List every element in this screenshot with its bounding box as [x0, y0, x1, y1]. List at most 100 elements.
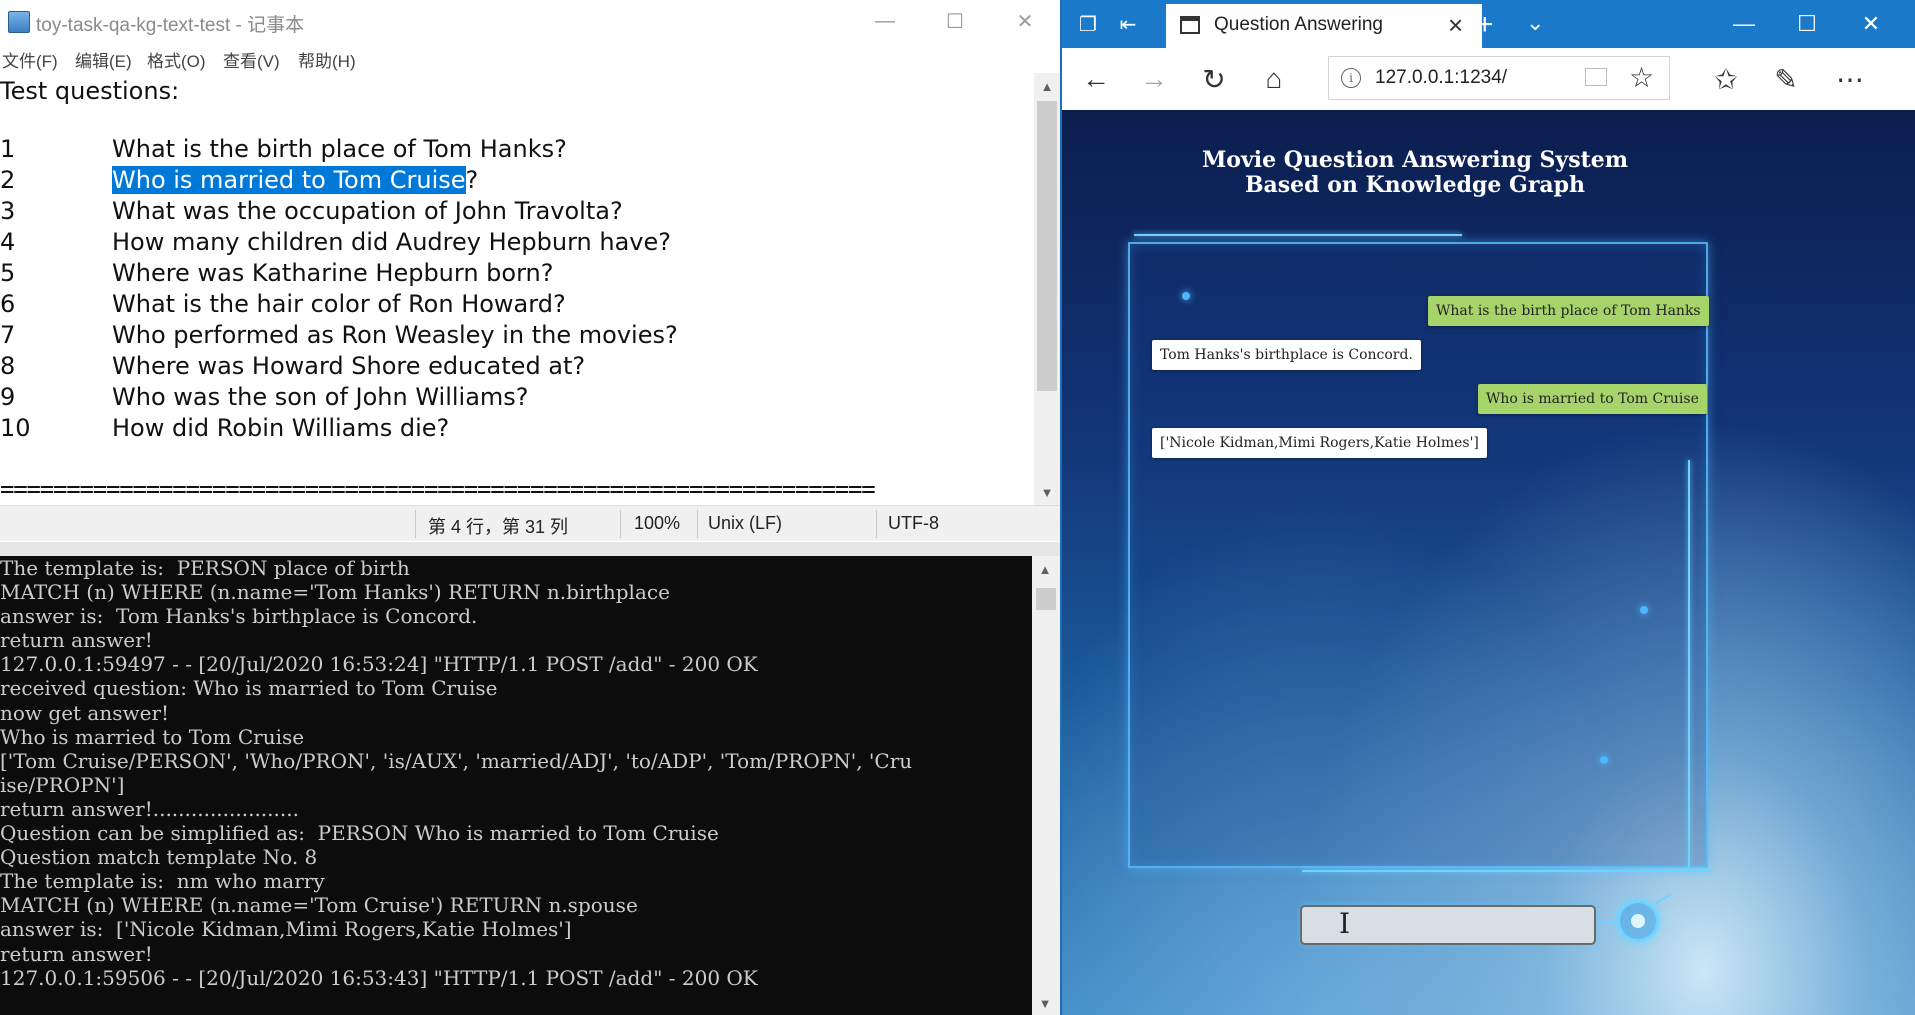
question-text: Where was Katharine Hepburn born?: [112, 259, 554, 287]
scroll-thumb[interactable]: [1036, 588, 1056, 610]
console-line: ['Tom Cruise/PERSON', 'Who/PRON', 'is/AU…: [0, 748, 913, 773]
tab-title: Question Answering: [1214, 14, 1383, 35]
console-line: 127.0.0.1:59506 - - [20/Jul/2020 16:53:4…: [0, 965, 758, 990]
star-icon[interactable]: ☆: [1629, 61, 1654, 94]
web-page: Movie Question Answering System Based on…: [1062, 110, 1915, 1015]
scroll-down-icon[interactable]: ▼: [1034, 481, 1060, 503]
menu-format[interactable]: 格式(O): [147, 47, 206, 72]
more-icon[interactable]: ⋯: [1832, 62, 1868, 96]
chevron-down-icon[interactable]: ⌄: [1526, 10, 1544, 36]
forward-icon[interactable]: →: [1136, 62, 1172, 96]
frame-accent-line: [1688, 460, 1690, 870]
user-message: Who is married to Tom Cruise: [1478, 384, 1707, 414]
status-encoding: UTF-8: [888, 513, 939, 533]
home-icon[interactable]: ⌂: [1256, 62, 1292, 96]
status-divider: [876, 510, 877, 538]
address-bar[interactable]: i 127.0.0.1:1234/ ☆: [1328, 56, 1670, 100]
question-number: 2: [0, 166, 16, 194]
question-text: Where was Howard Shore educated at?: [112, 352, 586, 380]
question-number: 10: [0, 414, 31, 442]
notepad-vertical-scrollbar[interactable]: ▲ ▼: [1034, 73, 1060, 505]
pen-icon[interactable]: ✎: [1768, 62, 1804, 96]
console-line: The template is: nm who marry: [0, 869, 325, 894]
favorites-icon[interactable]: ✩: [1708, 62, 1744, 96]
chat-panel: What is the birth place of Tom Hanks Tom…: [1128, 242, 1709, 868]
decorative-dot: [1182, 292, 1190, 300]
question-text: Who is married to Tom Cruise?: [112, 166, 478, 194]
notepad-close-button[interactable]: ✕: [990, 0, 1060, 42]
send-connector-line: [1654, 893, 1672, 905]
question-number: 8: [0, 352, 16, 380]
bot-message: ['Nicole Kidman,Mimi Rogers,Katie Holmes…: [1152, 428, 1487, 458]
question-line: 1 What is the birth place of Tom Hanks?: [0, 135, 1030, 166]
question-number: 3: [0, 197, 16, 225]
new-tab-icon[interactable]: +: [1476, 8, 1494, 42]
page-title: Movie Question Answering System Based on…: [1062, 148, 1768, 198]
question-text: What was the occupation of John Travolta…: [112, 197, 623, 225]
browser-maximize-button[interactable]: ☐: [1778, 4, 1836, 44]
question-number: 1: [0, 135, 16, 163]
refresh-icon[interactable]: ↻: [1196, 62, 1232, 96]
question-line: 4 How many children did Audrey Hepburn h…: [0, 228, 1030, 259]
scroll-thumb[interactable]: [1037, 101, 1057, 391]
console-line: Question match template No. 8: [0, 845, 318, 870]
info-icon[interactable]: i: [1341, 68, 1361, 88]
url-text[interactable]: 127.0.0.1:1234/: [1375, 67, 1507, 89]
status-divider: [697, 510, 698, 538]
tab-close-icon[interactable]: ×: [1448, 10, 1463, 41]
question-text: What is the hair color of Ron Howard?: [112, 290, 566, 318]
question-line: 8 Where was Howard Shore educated at?: [0, 352, 1030, 383]
question-text: Who performed as Ron Weasley in the movi…: [112, 321, 678, 349]
notepad-window: toy-task-qa-kg-text-test - 记事本 — ☐ ✕ 文件(…: [0, 0, 1060, 542]
console-vertical-scrollbar[interactable]: ▲ ▼: [1032, 556, 1060, 1015]
send-button[interactable]: [1617, 900, 1659, 942]
console-line: return answer!.......................: [0, 796, 299, 821]
notepad-statusbar: 第 4 行，第 31 列 100% Unix (LF) UTF-8: [0, 505, 1060, 541]
question-text: What is the birth place of Tom Hanks?: [112, 135, 567, 163]
status-divider: [620, 510, 621, 538]
separator-line: ========================================…: [0, 475, 876, 503]
question-line: 7 Who performed as Ron Weasley in the mo…: [0, 321, 1030, 352]
console-line: ise/PROPN']: [0, 772, 125, 797]
console-line: received question: Who is married to Tom…: [0, 676, 498, 701]
question-line: 2 Who is married to Tom Cruise?: [0, 166, 1030, 197]
user-message: What is the birth place of Tom Hanks: [1428, 296, 1709, 326]
frame-accent-line: [1134, 234, 1462, 236]
console-window: The template is: PERSON place of birth M…: [0, 542, 1060, 1015]
questions-heading: Test questions:: [0, 77, 180, 105]
notepad-minimize-button[interactable]: —: [850, 0, 920, 42]
notepad-text-area[interactable]: Test questions: 1 What is the birth plac…: [0, 73, 1034, 505]
menu-file[interactable]: 文件(F): [2, 47, 58, 72]
set-tabs-aside-icon[interactable]: ⇤: [1116, 12, 1140, 36]
console-line: Who is married to Tom Cruise: [0, 724, 305, 749]
menu-edit[interactable]: 编辑(E): [75, 47, 132, 72]
page-title-line: Based on Knowledge Graph: [1244, 172, 1586, 198]
scroll-up-icon[interactable]: ▲: [1032, 558, 1058, 580]
console-line: Question can be simplified as: PERSON Wh…: [0, 821, 719, 846]
browser-close-button[interactable]: ✕: [1842, 4, 1900, 44]
notepad-titlebar[interactable]: toy-task-qa-kg-text-test - 记事本 — ☐ ✕: [0, 0, 1060, 42]
question-number: 5: [0, 259, 16, 287]
console-titlebar[interactable]: [0, 542, 1060, 556]
question-line: 10 How did Robin Williams die?: [0, 414, 1030, 445]
browser-navbar: ← → ↻ ⌂ i 127.0.0.1:1234/ ☆ ✩ ✎ ⋯: [1062, 48, 1915, 111]
menu-view[interactable]: 查看(V): [223, 47, 280, 72]
reading-view-icon[interactable]: [1585, 68, 1607, 86]
console-line: MATCH (n) WHERE (n.name='Tom Hanks') RET…: [0, 580, 670, 605]
scroll-down-icon[interactable]: ▼: [1032, 992, 1058, 1014]
send-connector-line: [1598, 922, 1618, 924]
back-icon[interactable]: ←: [1078, 62, 1114, 96]
question-line: 5 Where was Katharine Hepburn born?: [0, 259, 1030, 290]
status-zoom: 100%: [634, 513, 681, 533]
scroll-up-icon[interactable]: ▲: [1034, 75, 1060, 97]
browser-minimize-button[interactable]: —: [1715, 4, 1773, 44]
page-favicon-icon: [1180, 16, 1200, 34]
menu-help[interactable]: 帮助(H): [298, 47, 356, 72]
browser-tab-active[interactable]: Question Answering ×: [1166, 4, 1482, 48]
question-line: 6 What is the hair color of Ron Howard?: [0, 290, 1030, 321]
bot-message: Tom Hanks's birthplace is Concord.: [1152, 340, 1421, 370]
tab-manager-icon[interactable]: ❐: [1076, 12, 1100, 36]
console-line: MATCH (n) WHERE (n.name='Tom Cruise') RE…: [0, 893, 638, 918]
notepad-maximize-button[interactable]: ☐: [920, 0, 990, 42]
console-output: The template is: PERSON place of birth M…: [0, 556, 1030, 990]
